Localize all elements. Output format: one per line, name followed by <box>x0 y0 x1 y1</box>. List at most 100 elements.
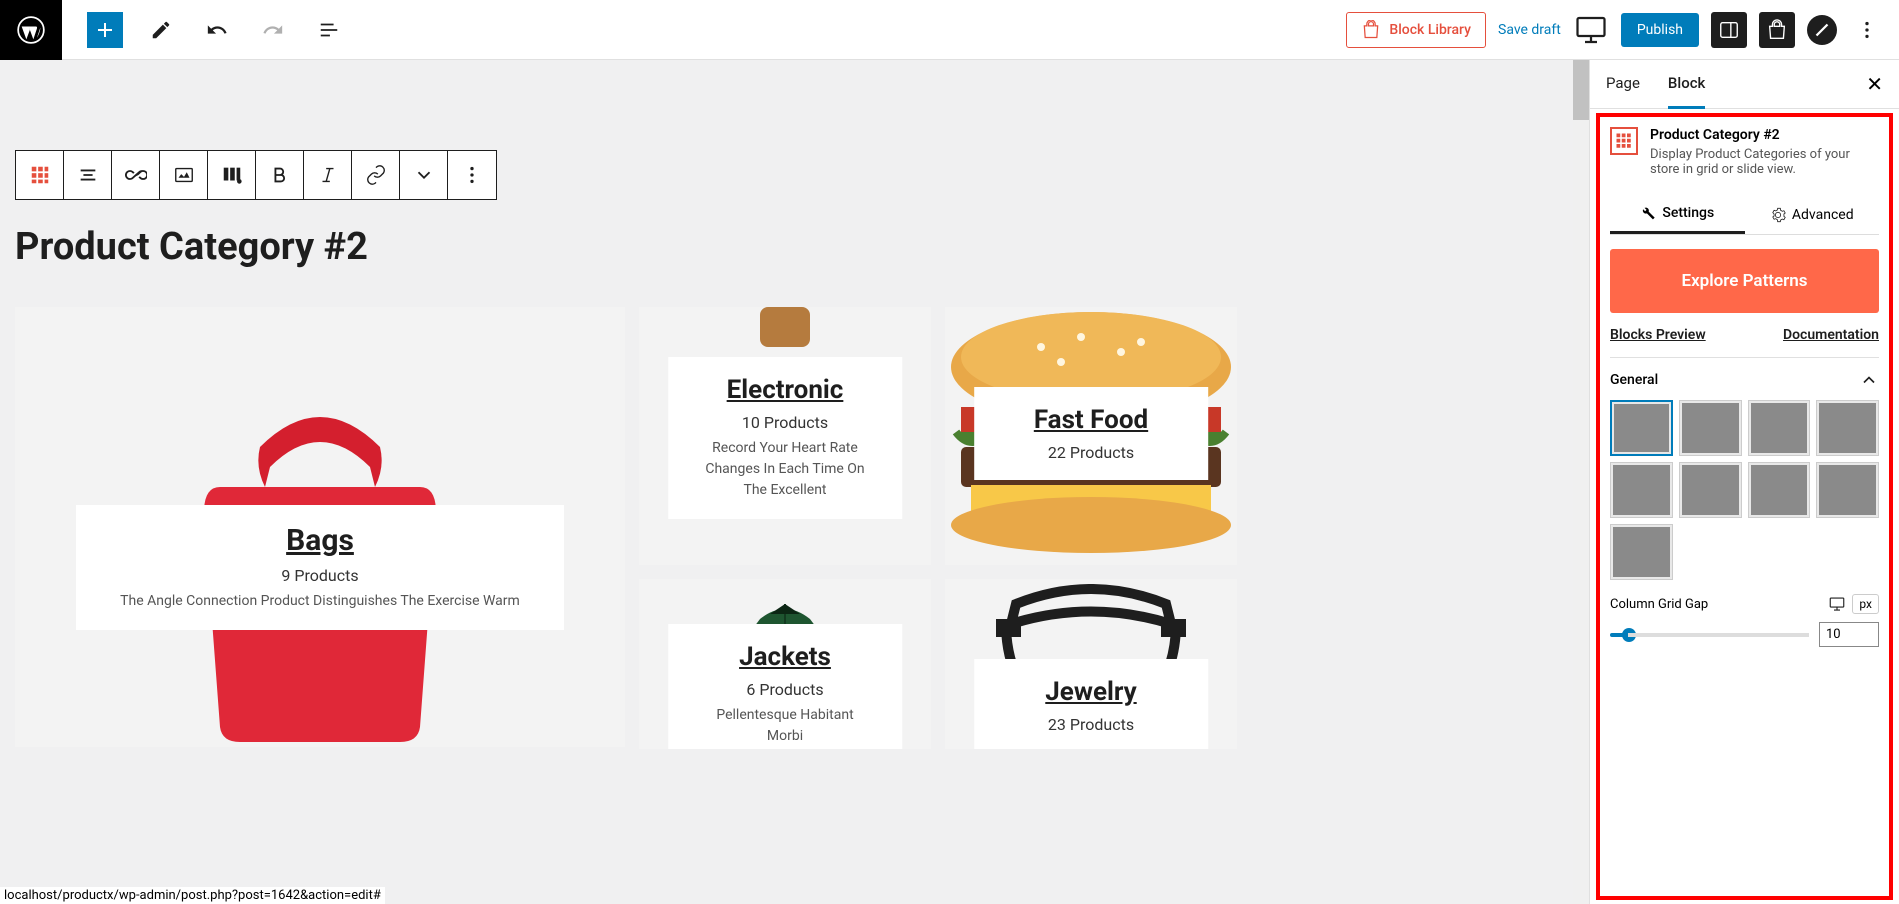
category-card-fastfood[interactable]: Fast Food 22 Products <box>945 307 1237 565</box>
block-info-text: Product Category #2 Display Product Cate… <box>1650 127 1879 177</box>
tab-page[interactable]: Page <box>1606 60 1640 108</box>
settings-panel-toggle[interactable] <box>1711 12 1747 48</box>
tab-advanced[interactable]: Advanced <box>1745 195 1880 234</box>
block-info-desc: Display Product Categories of your store… <box>1650 147 1879 177</box>
top-right-tools: Block Library Save draft Publish <box>1346 12 1899 48</box>
category-count: 10 Products <box>698 413 872 432</box>
wordpress-icon <box>17 16 45 44</box>
link-loop-button[interactable] <box>112 151 160 199</box>
close-sidebar-button[interactable]: ✕ <box>1866 72 1883 96</box>
add-block-button[interactable] <box>87 12 123 48</box>
more-format-button[interactable] <box>400 151 448 199</box>
category-title[interactable]: Bags <box>106 523 534 558</box>
column-gap-row: Column Grid Gap px <box>1610 594 1879 614</box>
category-count: 6 Products <box>698 680 872 699</box>
category-overlay-jackets: Jackets 6 Products Pellentesque Habitant… <box>668 624 902 749</box>
explore-patterns-button[interactable]: Explore Patterns <box>1610 249 1879 313</box>
plus-icon <box>93 18 117 42</box>
category-count: 23 Products <box>1004 715 1178 734</box>
layout-option-4[interactable] <box>1816 400 1879 456</box>
category-card-bags[interactable]: Bags 9 Products The Angle Connection Pro… <box>15 307 625 747</box>
category-card-jewelry[interactable]: Jewelry 23 Products <box>945 579 1237 749</box>
publish-button[interactable]: Publish <box>1621 13 1699 47</box>
category-title[interactable]: Jackets <box>698 642 872 672</box>
slider-thumb[interactable] <box>1622 628 1636 642</box>
block-heading[interactable]: Product Category #2 <box>15 225 1579 269</box>
category-desc: Pellentesque Habitant Morbi <box>698 705 872 747</box>
undo-button[interactable] <box>199 12 235 48</box>
undo-icon <box>206 19 228 41</box>
grid-col-right: Fast Food 22 Products Jewelry 23 Product… <box>945 307 1237 749</box>
category-title[interactable]: Jewelry <box>1004 677 1178 707</box>
image-button[interactable] <box>160 151 208 199</box>
edit-button[interactable] <box>143 12 179 48</box>
grid-col-left: Bags 9 Products The Angle Connection Pro… <box>15 307 625 749</box>
category-title[interactable]: Fast Food <box>1004 405 1178 435</box>
documentation-link[interactable]: Documentation <box>1783 327 1879 343</box>
redo-button[interactable] <box>255 12 291 48</box>
links-row: Blocks Preview Documentation <box>1610 327 1879 343</box>
category-card-electronic[interactable]: Electronic 10 Products Record Your Heart… <box>639 307 931 565</box>
italic-button[interactable] <box>304 151 352 199</box>
layout-option-6[interactable] <box>1679 462 1742 518</box>
list-view-button[interactable] <box>311 12 347 48</box>
scrollbar-thumb[interactable] <box>1573 60 1589 120</box>
layout-option-8[interactable] <box>1816 462 1879 518</box>
italic-icon <box>317 164 339 186</box>
chevron-up-icon <box>1859 370 1879 390</box>
block-library-label: Block Library <box>1389 22 1471 38</box>
category-overlay-fastfood: Fast Food 22 Products <box>974 387 1208 480</box>
align-icon <box>77 164 99 186</box>
gap-input[interactable] <box>1819 622 1879 647</box>
unit-badge[interactable]: px <box>1852 594 1879 614</box>
options-button[interactable] <box>1849 12 1885 48</box>
category-overlay-bags: Bags 9 Products The Angle Connection Pro… <box>76 505 564 630</box>
layout-option-2[interactable] <box>1679 400 1742 456</box>
grid-col-mid: Electronic 10 Products Record Your Heart… <box>639 307 931 749</box>
blocks-preview-link[interactable]: Blocks Preview <box>1610 327 1706 343</box>
sidebar-icon <box>1718 19 1740 41</box>
main-area: Product Category #2 Bags 9 Products The … <box>0 60 1899 904</box>
general-section-header[interactable]: General <box>1610 357 1879 400</box>
category-title[interactable]: Electronic <box>698 375 872 405</box>
columns-icon <box>221 164 243 186</box>
layout-option-5[interactable] <box>1610 462 1673 518</box>
more-options-button[interactable] <box>448 151 496 199</box>
settings-tabs: Settings Advanced <box>1610 195 1879 235</box>
table-button[interactable] <box>208 151 256 199</box>
block-info-title: Product Category #2 <box>1650 127 1879 143</box>
block-library-button[interactable]: Block Library <box>1346 12 1486 48</box>
slider-track[interactable] <box>1610 633 1809 637</box>
layout-grid <box>1610 400 1879 580</box>
desktop-icon <box>1573 12 1609 48</box>
category-card-jackets[interactable]: Jackets 6 Products Pellentesque Habitant… <box>639 579 931 749</box>
bold-button[interactable] <box>256 151 304 199</box>
desktop-icon[interactable] <box>1828 595 1846 613</box>
preview-button[interactable] <box>1573 12 1609 48</box>
layout-option-3[interactable] <box>1748 400 1811 456</box>
tab-settings[interactable]: Settings <box>1610 195 1745 234</box>
top-left-tools <box>62 12 347 48</box>
editor-canvas[interactable]: Product Category #2 Bags 9 Products The … <box>0 60 1589 904</box>
infinity-icon <box>125 164 147 186</box>
slider-row <box>1610 622 1879 647</box>
layout-option-1[interactable] <box>1610 400 1673 456</box>
align-button[interactable] <box>64 151 112 199</box>
status-bar: localhost/productx/wp-admin/post.php?pos… <box>0 887 385 904</box>
layout-option-9[interactable] <box>1610 524 1673 580</box>
block-type-button[interactable] <box>16 151 64 199</box>
tab-block[interactable]: Block <box>1668 60 1705 109</box>
product-grid: Bags 9 Products The Angle Connection Pro… <box>10 307 1579 749</box>
pencil-icon <box>150 19 172 41</box>
block-icon <box>1610 127 1638 155</box>
settings-tab-label: Settings <box>1662 205 1714 221</box>
column-gap-label: Column Grid Gap <box>1610 597 1708 612</box>
editor-scrollbar[interactable] <box>1573 60 1589 904</box>
link-button[interactable] <box>352 151 400 199</box>
productx-button[interactable] <box>1759 12 1795 48</box>
wordpress-logo[interactable] <box>0 0 62 60</box>
dots-vertical-icon <box>461 164 483 186</box>
layout-option-7[interactable] <box>1748 462 1811 518</box>
yoast-button[interactable] <box>1807 15 1837 45</box>
save-draft-link[interactable]: Save draft <box>1498 22 1561 38</box>
